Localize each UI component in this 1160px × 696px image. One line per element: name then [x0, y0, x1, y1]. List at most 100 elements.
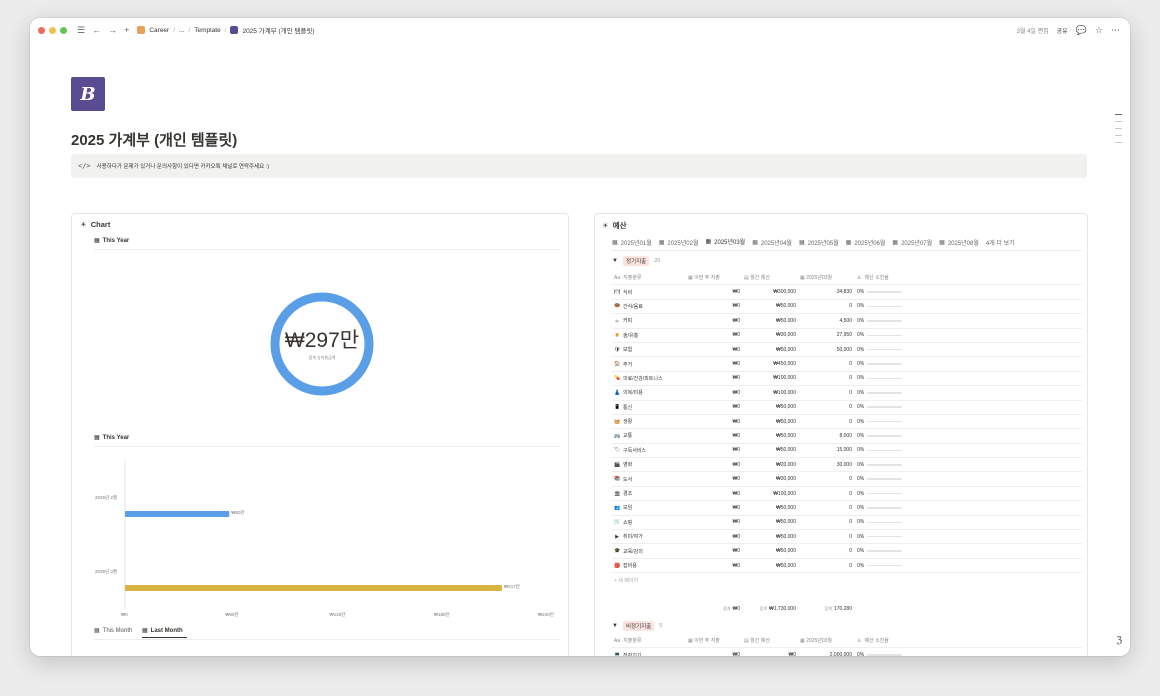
category-name[interactable]: 교육/강의: [623, 548, 643, 555]
month-spend-cell[interactable]: 30,000: [798, 462, 854, 468]
month-spend-cell[interactable]: 27,950: [798, 332, 854, 338]
month-spend-cell[interactable]: 34,830: [798, 289, 854, 295]
tab-2025-08[interactable]: ▦ 2025년08월: [939, 237, 979, 251]
category-name[interactable]: 의료/건강/피트니스: [623, 375, 663, 382]
monthly-budget-cell[interactable]: ₩100,000: [742, 375, 798, 381]
week-spend-cell[interactable]: ₩0: [686, 652, 742, 656]
week-spend-cell[interactable]: ₩0: [686, 534, 742, 540]
category-name[interactable]: 교통: [623, 432, 632, 439]
tab-this-month[interactable]: This Month: [103, 628, 133, 634]
table-row[interactable]: 🎒 잡비용 ₩0 ₩50,000 0 0%: [612, 559, 1082, 574]
category-name[interactable]: 도서: [623, 476, 632, 483]
category-name[interactable]: 전자기기: [623, 652, 641, 656]
table-row[interactable]: 📱 통신 ₩0 ₩50,000 0 0%: [612, 401, 1082, 415]
month-spend-cell[interactable]: 0: [798, 390, 854, 396]
month-spend-cell[interactable]: 0: [798, 419, 854, 425]
monthly-budget-cell[interactable]: ₩50,000: [742, 505, 798, 511]
tab-2025-04[interactable]: ▦ 2025년04월: [752, 237, 792, 251]
monthly-budget-cell[interactable]: ₩50,000: [742, 419, 798, 425]
month-spend-cell[interactable]: 0: [798, 303, 854, 309]
week-spend-cell[interactable]: ₩0: [686, 476, 742, 482]
tab-last-month[interactable]: Last Month: [151, 628, 183, 634]
column-header[interactable]: ▦ 2025년03월: [798, 274, 854, 281]
monthly-budget-cell[interactable]: ₩50,000: [742, 404, 798, 410]
category-name[interactable]: 식비: [623, 289, 632, 296]
table-row[interactable]: 📚 도서 ₩0 ₩30,000 0 0%: [612, 472, 1082, 487]
table-row[interactable]: 🍩 간식/음료 ₩0 ₩50,000 0 0%: [612, 300, 1082, 315]
month-spend-cell[interactable]: 8,000: [798, 433, 854, 439]
month-spend-cell[interactable]: 2,000,000: [798, 652, 854, 656]
table-row[interactable]: 🛡 보험 ₩0 ₩50,000 50,000 0%: [612, 343, 1082, 358]
category-name[interactable]: 구독서비스: [623, 447, 646, 454]
week-spend-cell[interactable]: ₩0: [686, 447, 742, 453]
monthly-budget-cell[interactable]: ₩50,000: [742, 433, 798, 439]
category-name[interactable]: 주거: [623, 361, 632, 368]
week-spend-cell[interactable]: ₩0: [686, 361, 742, 367]
week-spend-cell[interactable]: ₩0: [686, 433, 742, 439]
month-spend-cell[interactable]: 0: [798, 534, 854, 540]
week-spend-cell[interactable]: ₩0: [686, 491, 742, 497]
week-spend-cell[interactable]: ₩0: [686, 303, 742, 309]
category-name[interactable]: 의복/미용: [623, 389, 643, 396]
week-spend-cell[interactable]: ₩0: [686, 519, 742, 525]
month-spend-cell[interactable]: 0: [798, 519, 854, 525]
back-arrow-icon[interactable]: ←: [92, 25, 101, 36]
month-spend-cell[interactable]: 0: [798, 563, 854, 569]
month-spend-cell[interactable]: 0: [798, 505, 854, 511]
column-header[interactable]: ♙ 예산 소진율: [854, 274, 904, 282]
monthly-budget-cell[interactable]: ₩50,000: [742, 447, 798, 453]
table-row[interactable]: 🎬 영화 ₩0 ₩20,000 30,000 0%: [612, 458, 1082, 473]
monthly-budget-cell[interactable]: ₩20,000: [742, 462, 798, 468]
month-spend-cell[interactable]: 0: [798, 548, 854, 554]
month-spend-cell[interactable]: 0: [798, 491, 854, 497]
maximize-window-button[interactable]: [60, 26, 67, 34]
category-name[interactable]: 모임: [623, 504, 632, 511]
month-spend-cell[interactable]: 0: [798, 361, 854, 367]
forward-arrow-icon[interactable]: →: [108, 25, 117, 36]
month-spend-cell[interactable]: 4,500: [798, 318, 854, 324]
category-name[interactable]: 쇼핑: [623, 519, 632, 526]
month-spend-cell[interactable]: 0: [798, 375, 854, 381]
week-spend-cell[interactable]: ₩0: [686, 419, 742, 425]
table-row[interactable]: 🏛 경조 ₩0 ₩100,000 0 0%: [612, 487, 1082, 502]
favorite-star-icon[interactable]: ☆: [1095, 25, 1103, 36]
table-row[interactable]: 👥 모임 ₩0 ₩50,000 0 0%: [612, 501, 1082, 516]
month-spend-cell[interactable]: 15,000: [798, 447, 854, 453]
category-name[interactable]: 술/유흥: [623, 332, 638, 339]
table-row[interactable]: 🚌 교통 ₩0 ₩50,000 8,000 0%: [612, 429, 1082, 444]
breadcrumb-career[interactable]: Career: [149, 27, 169, 34]
more-tabs-button[interactable]: 4개 더 보기: [986, 237, 1015, 251]
new-page-row[interactable]: + 새 페이지: [612, 573, 1082, 587]
page-title[interactable]: 2025 가계부 (개인 템플릿): [71, 129, 237, 150]
category-name[interactable]: 잡비용: [623, 562, 637, 569]
week-spend-cell[interactable]: ₩0: [686, 404, 742, 410]
table-row[interactable]: 👗 의복/미용 ₩0 ₩100,000 0 0%: [612, 386, 1082, 401]
monthly-budget-cell[interactable]: ₩50,000: [742, 548, 798, 554]
monthly-budget-cell[interactable]: ₩50,000: [742, 318, 798, 324]
week-spend-cell[interactable]: ₩0: [686, 318, 742, 324]
table-row[interactable]: 🏷 구독서비스 ₩0 ₩50,000 15,000 0%: [612, 444, 1082, 459]
collapse-triangle-icon[interactable]: ▼: [612, 258, 618, 264]
tab-2025-07[interactable]: ▦ 2025년07월: [892, 237, 932, 251]
month-spend-cell[interactable]: 50,000: [798, 347, 854, 353]
minimize-window-button[interactable]: [49, 26, 56, 34]
table-row[interactable]: ☕ 커피 ₩0 ₩50,000 4,500 0%: [612, 314, 1082, 329]
category-name[interactable]: 경조: [623, 490, 632, 497]
help-icon[interactable]: ℨ: [1116, 635, 1122, 646]
sidebar-toggle-icon[interactable]: ☰: [77, 25, 85, 36]
group-irregular-header[interactable]: ▼ 비정기지출 5: [612, 621, 662, 631]
tab-2025-05[interactable]: ▦ 2025년05월: [799, 237, 839, 251]
table-row[interactable]: 🍺 술/유흥 ₩0 ₩30,000 27,950 0%: [612, 329, 1082, 343]
share-button[interactable]: 공유: [1057, 26, 1068, 35]
close-window-button[interactable]: [38, 26, 45, 34]
table-row[interactable]: 💊 의료/건강/피트니스 ₩0 ₩100,000 0 0%: [612, 372, 1082, 387]
breadcrumb-template[interactable]: Template: [194, 27, 220, 34]
category-name[interactable]: 간식/음료: [623, 303, 643, 310]
week-spend-cell[interactable]: ₩0: [686, 505, 742, 511]
month-spend-cell[interactable]: 0: [798, 476, 854, 482]
category-name[interactable]: 보험: [623, 346, 632, 353]
table-row[interactable]: 🛒 쇼핑 ₩0 ₩50,000 0 0%: [612, 516, 1082, 531]
tab-2025-02[interactable]: ▦ 2025년02월: [659, 237, 699, 251]
week-spend-cell[interactable]: ₩0: [686, 462, 742, 468]
collapse-triangle-icon[interactable]: ▼: [612, 623, 618, 629]
